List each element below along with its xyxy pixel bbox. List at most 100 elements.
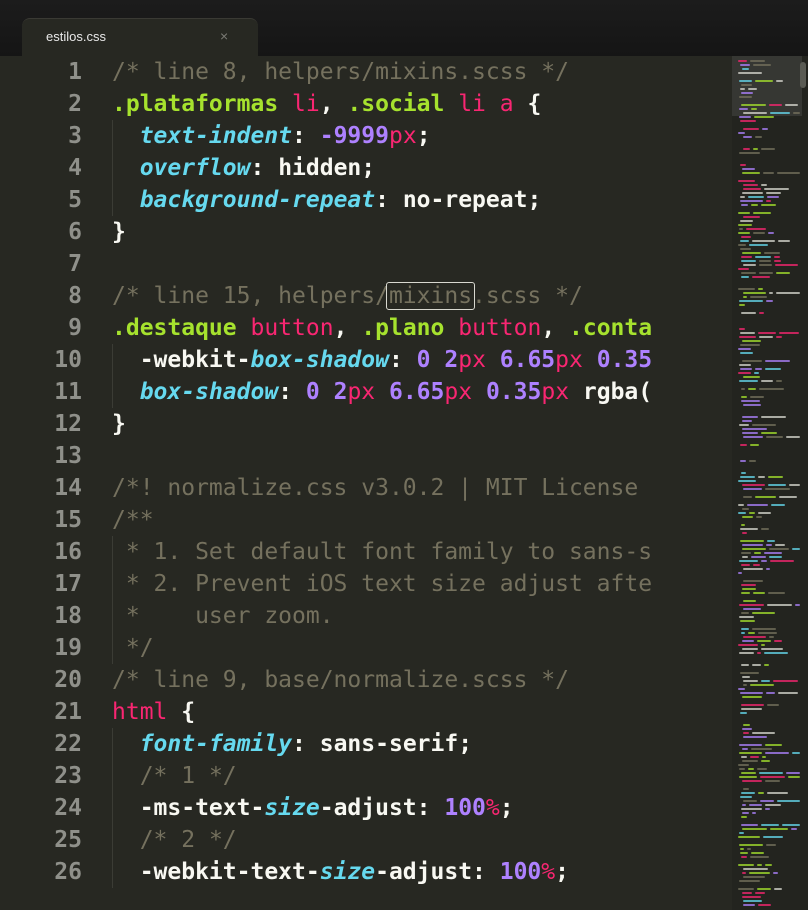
code-line[interactable]: /* line 15, helpers/mixins.scss */ bbox=[112, 280, 732, 312]
code-line[interactable]: /** bbox=[112, 504, 732, 536]
code-token: % bbox=[485, 795, 500, 821]
minimap-line bbox=[791, 828, 797, 830]
minimap-line bbox=[742, 532, 747, 534]
minimap-line bbox=[739, 744, 762, 746]
code-area[interactable]: /* line 8, helpers/mixins.scss */ .plataf… bbox=[112, 56, 732, 888]
minimap-line bbox=[741, 312, 756, 314]
minimap-line bbox=[742, 676, 750, 678]
minimap-line bbox=[747, 848, 751, 850]
code-token: /* 2 */ bbox=[139, 827, 237, 853]
minimap-line bbox=[740, 620, 755, 622]
minimap-line bbox=[793, 112, 800, 114]
minimap-line bbox=[742, 896, 761, 898]
code-line[interactable]: * user zoom. bbox=[112, 600, 732, 632]
code-token: : bbox=[250, 155, 279, 181]
code-token: -ms-text- bbox=[112, 795, 265, 821]
minimap-line bbox=[740, 540, 764, 542]
code-token: ; bbox=[527, 187, 542, 213]
minimap-line bbox=[739, 96, 752, 98]
code-line[interactable]: -webkit-box-shadow: 0 2px 6.65px 0.35 bbox=[112, 344, 732, 376]
tab-estilos-css[interactable]: estilos.css × bbox=[22, 18, 258, 56]
minimap-line bbox=[743, 904, 755, 906]
code-line[interactable]: /*! normalize.css v3.0.2 | MIT License bbox=[112, 472, 732, 504]
minimap-line bbox=[751, 852, 764, 854]
code-token: .scss */ bbox=[472, 283, 583, 309]
minimap-line bbox=[758, 476, 765, 478]
code-token: { bbox=[167, 699, 196, 725]
minimap-line bbox=[743, 148, 750, 150]
minimap-line bbox=[738, 288, 755, 290]
code-line[interactable]: background-repeat: no-repeat; bbox=[112, 184, 732, 216]
minimap-line bbox=[769, 104, 782, 106]
minimap-line bbox=[742, 508, 749, 510]
minimap-line bbox=[765, 804, 781, 806]
minimap-line bbox=[738, 836, 760, 838]
code-line[interactable]: font-family: sans-serif; bbox=[112, 728, 732, 760]
minimap-line bbox=[740, 368, 752, 370]
minimap-line bbox=[750, 444, 759, 446]
code-token: { bbox=[513, 91, 542, 117]
minimap-line bbox=[764, 552, 782, 554]
minimap[interactable] bbox=[732, 56, 808, 910]
minimap-line bbox=[742, 556, 748, 558]
minimap-line bbox=[741, 708, 762, 710]
minimap-line bbox=[761, 528, 769, 530]
code-line[interactable]: } bbox=[112, 216, 732, 248]
code-line[interactable] bbox=[112, 248, 732, 280]
minimap-line bbox=[742, 420, 752, 422]
minimap-line bbox=[766, 692, 775, 694]
minimap-line bbox=[765, 368, 781, 370]
minimap-line bbox=[749, 804, 762, 806]
code-token: html bbox=[112, 699, 168, 725]
code-token: hidden bbox=[278, 155, 362, 181]
code-line[interactable]: /* 2 */ bbox=[112, 824, 732, 856]
code-line[interactable]: -ms-text-size-adjust: 100%; bbox=[112, 792, 732, 824]
code-line[interactable]: /* line 9, base/normalize.scss */ bbox=[112, 664, 732, 696]
minimap-line bbox=[779, 332, 799, 334]
minimap-line bbox=[752, 664, 761, 666]
code-line[interactable]: overflow: hidden; bbox=[112, 152, 732, 184]
minimap-line bbox=[741, 204, 748, 206]
minimap-line bbox=[740, 120, 756, 122]
scrollbar-thumb[interactable] bbox=[800, 62, 806, 88]
minimap-line bbox=[761, 416, 786, 418]
code-token: ; bbox=[555, 859, 569, 885]
code-line[interactable]: } bbox=[112, 408, 732, 440]
minimap-line bbox=[743, 376, 760, 378]
line-number: 11 bbox=[54, 379, 82, 405]
code-line[interactable]: html { bbox=[112, 696, 732, 728]
close-icon[interactable]: × bbox=[220, 28, 228, 44]
minimap-line bbox=[743, 900, 762, 902]
code-line[interactable]: /* 1 */ bbox=[112, 760, 732, 792]
code-line[interactable]: -webkit-text-size-adjust: 100%; bbox=[112, 856, 732, 888]
minimap-line bbox=[758, 792, 764, 794]
code-line[interactable]: box-shadow: 0 2px 6.65px 0.35px rgba( bbox=[112, 376, 732, 408]
minimap-line bbox=[767, 792, 788, 794]
code-line[interactable]: * 1. Set default font family to sans-s bbox=[112, 536, 732, 568]
minimap-line bbox=[767, 604, 792, 606]
code-token: ; bbox=[458, 731, 473, 757]
minimap-line bbox=[792, 548, 800, 550]
code-line[interactable]: /* line 8, helpers/mixins.scss */ bbox=[112, 56, 732, 88]
code-line[interactable]: .plataformas li, .social li a { bbox=[112, 88, 732, 120]
minimap-line bbox=[742, 828, 767, 830]
minimap-line bbox=[742, 516, 753, 518]
code-editor[interactable]: 1 2 3 4 5 6 7 8 9 10 11 12 13 14 15 16 17 18 19 20 21 22 23 24 2… bbox=[0, 56, 732, 910]
code-line[interactable]: * 2. Prevent iOS text size adjust afte bbox=[112, 568, 732, 600]
minimap-line bbox=[738, 132, 745, 134]
minimap-line bbox=[743, 600, 756, 602]
minimap-line bbox=[740, 460, 746, 462]
minimap-line bbox=[746, 228, 766, 230]
minimap-line bbox=[743, 732, 749, 734]
code-line[interactable] bbox=[112, 440, 732, 472]
code-line[interactable]: */ bbox=[112, 632, 732, 664]
code-line[interactable]: .destaque button, .plano button, .conta bbox=[112, 312, 732, 344]
code-line[interactable]: text-indent: -9999px; bbox=[112, 120, 732, 152]
minimap-line bbox=[750, 60, 765, 62]
minimap-line bbox=[742, 812, 749, 814]
minimap-line bbox=[743, 112, 767, 114]
code-token: px bbox=[458, 347, 486, 373]
line-number: 5 bbox=[68, 187, 82, 213]
line-number: 16 bbox=[54, 539, 82, 565]
line-number: 23 bbox=[54, 763, 82, 789]
